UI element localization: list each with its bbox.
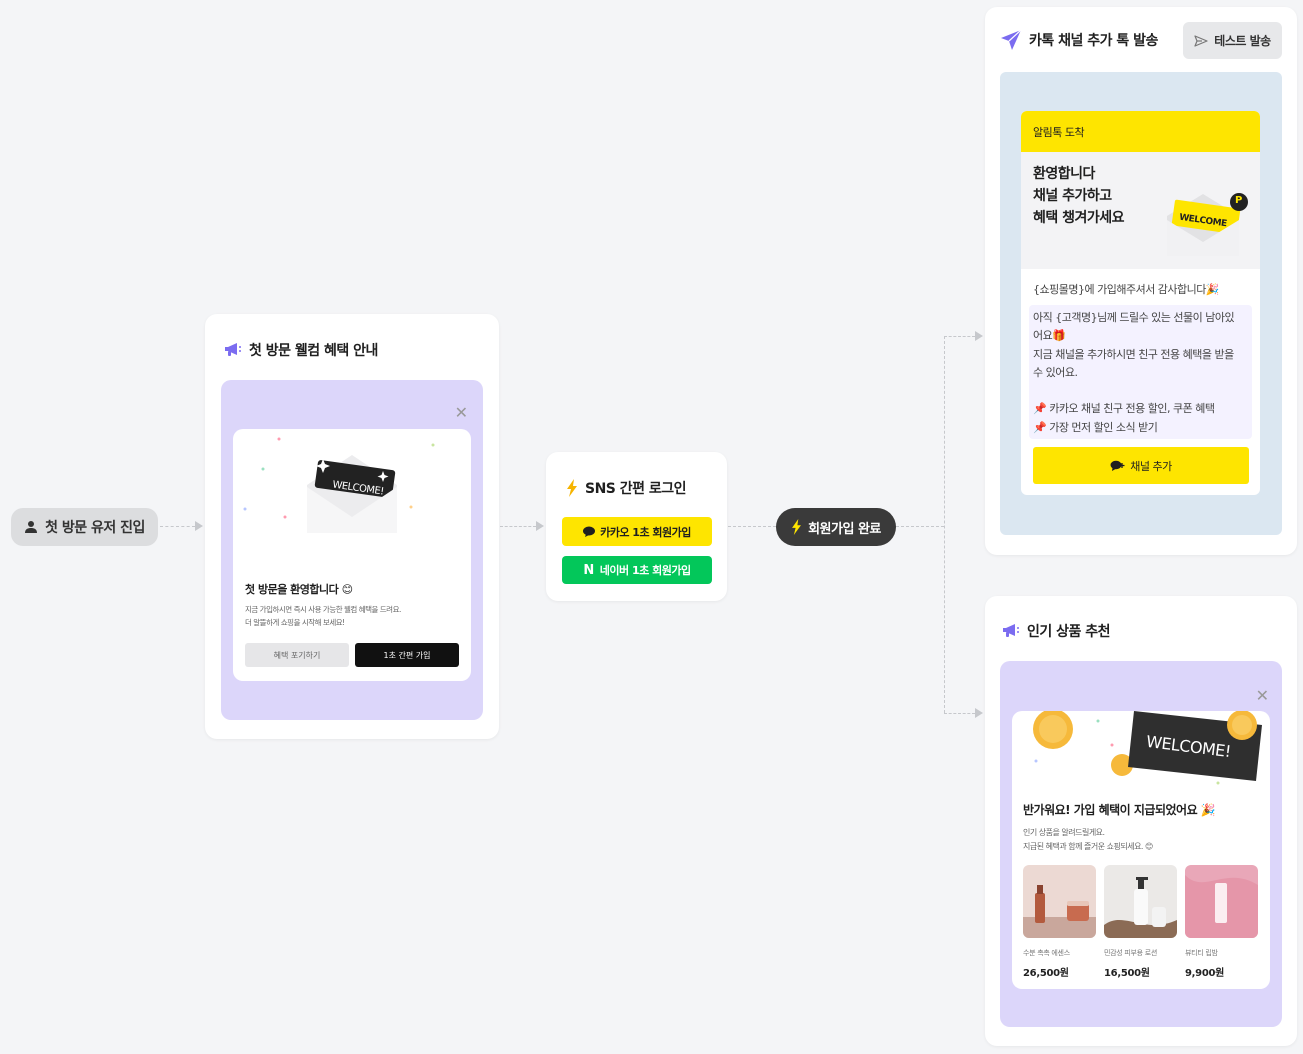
speech-bubble-icon	[583, 526, 596, 537]
kakao-signup-button[interactable]: 카카오 1초 회원가입	[562, 517, 712, 546]
quick-join-button[interactable]: 1초 간편 가입	[355, 643, 459, 667]
connector-welcome-sns	[500, 526, 536, 527]
kakao-message-card[interactable]: 카톡 채널 추가 톡 발송 테스트 발송 알림톡 도착 환영합니다 채널 추가하…	[985, 7, 1297, 555]
arrow-icon	[536, 521, 544, 531]
envelope-illustration	[243, 437, 435, 533]
product-name: 민감성 피부용 로션	[1104, 949, 1157, 957]
welcome-modal: WELCOME! 첫 방문을 환영합니다 😊 지금 가입하시면 즉시 사용 가능…	[233, 429, 471, 681]
product-image-lipbalm[interactable]	[1185, 865, 1258, 938]
product-recommend-card[interactable]: 인기 상품 추천 ✕ WELCOME! 반가워요! 가입 혜택이 지급되었어요 …	[985, 596, 1297, 1046]
send-icon	[1194, 34, 1208, 47]
product-modal: WELCOME! 반가워요! 가입 혜택이 지급되었어요 🎉 인기 상품을 알려…	[1012, 711, 1270, 989]
msg-line-7: 📌 가장 먼저 할인 소식 받기	[1033, 421, 1158, 434]
welcome-card-title: 첫 방문 웰컴 혜택 안내	[224, 340, 378, 360]
skip-benefit-button[interactable]: 혜택 포기하기	[245, 643, 349, 667]
grinning-face-icon: 😊	[341, 583, 353, 596]
product-preview-panel: ✕ WELCOME! 반가워요! 가입 혜택이 지급되었어요 🎉 인기 상품을 …	[1000, 661, 1282, 1027]
entry-label: 첫 방문 유저 진입	[45, 520, 145, 536]
hero-title: 환영합니다 채널 추가하고 혜택 챙겨가세요	[1033, 166, 1125, 226]
close-icon[interactable]: ✕	[455, 405, 468, 421]
connector-split-vertical	[944, 336, 945, 713]
lightning-icon	[566, 479, 578, 497]
product-image-essence[interactable]	[1023, 865, 1096, 938]
entry-node[interactable]: 첫 방문 유저 진입	[11, 508, 158, 546]
signup-complete-node[interactable]: 회원가입 완료	[776, 508, 896, 546]
kakao-preview-panel: 알림톡 도착 환영합니다 채널 추가하고 혜택 챙겨가세요 WELCOME P …	[1000, 72, 1282, 535]
sns-card-title: SNS 간편 로그인	[566, 478, 687, 498]
connector-entry-welcome	[160, 526, 195, 527]
naver-signup-button[interactable]: N 네이버 1초 회원가입	[562, 556, 712, 584]
coin-ticket-illustration	[1033, 711, 1262, 785]
chat-plus-icon	[1110, 460, 1126, 471]
add-channel-button[interactable]: 채널 추가	[1033, 447, 1249, 484]
paper-plane-icon	[1000, 29, 1022, 51]
product-body-1: 인기 상품을 알려드릴게요.	[1023, 828, 1105, 837]
alimtalk-header: 알림톡 도착	[1021, 111, 1260, 152]
megaphone-icon	[1002, 623, 1020, 639]
msg-line-4: 지금 채널을 추가하시면 친구 전용 혜택을 받을	[1033, 348, 1234, 361]
product-name: 수분 촉촉 에센스	[1023, 949, 1070, 957]
product-headline: 반가워요! 가입 혜택이 지급되었어요 🎉	[1023, 803, 1216, 817]
product-name: 뷰티티 립밤	[1185, 949, 1218, 957]
msg-line-3: 어요🎁	[1033, 329, 1066, 342]
msg-line-5: 수 있어요.	[1033, 366, 1078, 379]
arrow-icon	[975, 331, 983, 341]
product-image-lotion[interactable]	[1104, 865, 1177, 938]
lightning-icon	[791, 519, 802, 535]
product-card-title: 인기 상품 추천	[1002, 621, 1111, 641]
megaphone-icon	[224, 342, 242, 358]
close-icon[interactable]: ✕	[1256, 688, 1269, 704]
msg-line-thanks: {쇼핑몰명}에 가입해주셔서 감사합니다🎉	[1033, 283, 1220, 296]
sns-login-card[interactable]: SNS 간편 로그인 카카오 1초 회원가입 N 네이버 1초 회원가입	[546, 452, 727, 601]
arrow-icon	[975, 708, 983, 718]
product-price: 9,900원	[1185, 968, 1225, 979]
user-icon	[24, 520, 38, 534]
connector-done-split	[896, 526, 944, 527]
naver-icon: N	[583, 562, 594, 578]
connector-to-kakao	[944, 336, 975, 337]
point-badge-icon: P	[1235, 195, 1242, 206]
product-price: 16,500원	[1104, 968, 1150, 979]
product-body-2: 지급된 혜택과 함께 즐거운 쇼핑되세요. 😊	[1023, 842, 1153, 851]
welcome-body-2: 더 알뜰하게 쇼핑을 시작해 보세요!	[245, 618, 345, 627]
test-send-button[interactable]: 테스트 발송	[1183, 22, 1282, 59]
msg-line-2: 아직 {고객명}님께 드릴수 있는 선물이 남아있	[1033, 311, 1235, 324]
welcome-card[interactable]: 첫 방문 웰컴 혜택 안내 ✕ WELCOME! 첫 방문을 환영합니다 😊 지…	[205, 314, 499, 739]
connector-sns-done	[728, 526, 776, 527]
msg-line-6: 📌 카카오 채널 친구 전용 할인, 쿠폰 혜택	[1033, 402, 1215, 415]
connector-to-product	[944, 713, 975, 714]
product-price: 26,500원	[1023, 968, 1069, 979]
alimtalk-hero: 환영합니다 채널 추가하고 혜택 챙겨가세요 WELCOME P	[1021, 152, 1260, 269]
welcome-body-1: 지금 가입하시면 즉시 사용 가능한 웰컴 혜택을 드려요.	[245, 605, 401, 614]
arrow-icon	[195, 521, 203, 531]
welcome-preview-panel: ✕ WELCOME! 첫 방문을 환영합니다 😊 지금 가입하시면 즉시 사용 …	[221, 380, 483, 720]
welcome-headline: 첫 방문을 환영합니다 😊	[245, 583, 353, 596]
kakao-card-title: 카톡 채널 추가 톡 발송	[1000, 29, 1158, 51]
alimtalk-message: 알림톡 도착 환영합니다 채널 추가하고 혜택 챙겨가세요 WELCOME P …	[1021, 111, 1260, 495]
